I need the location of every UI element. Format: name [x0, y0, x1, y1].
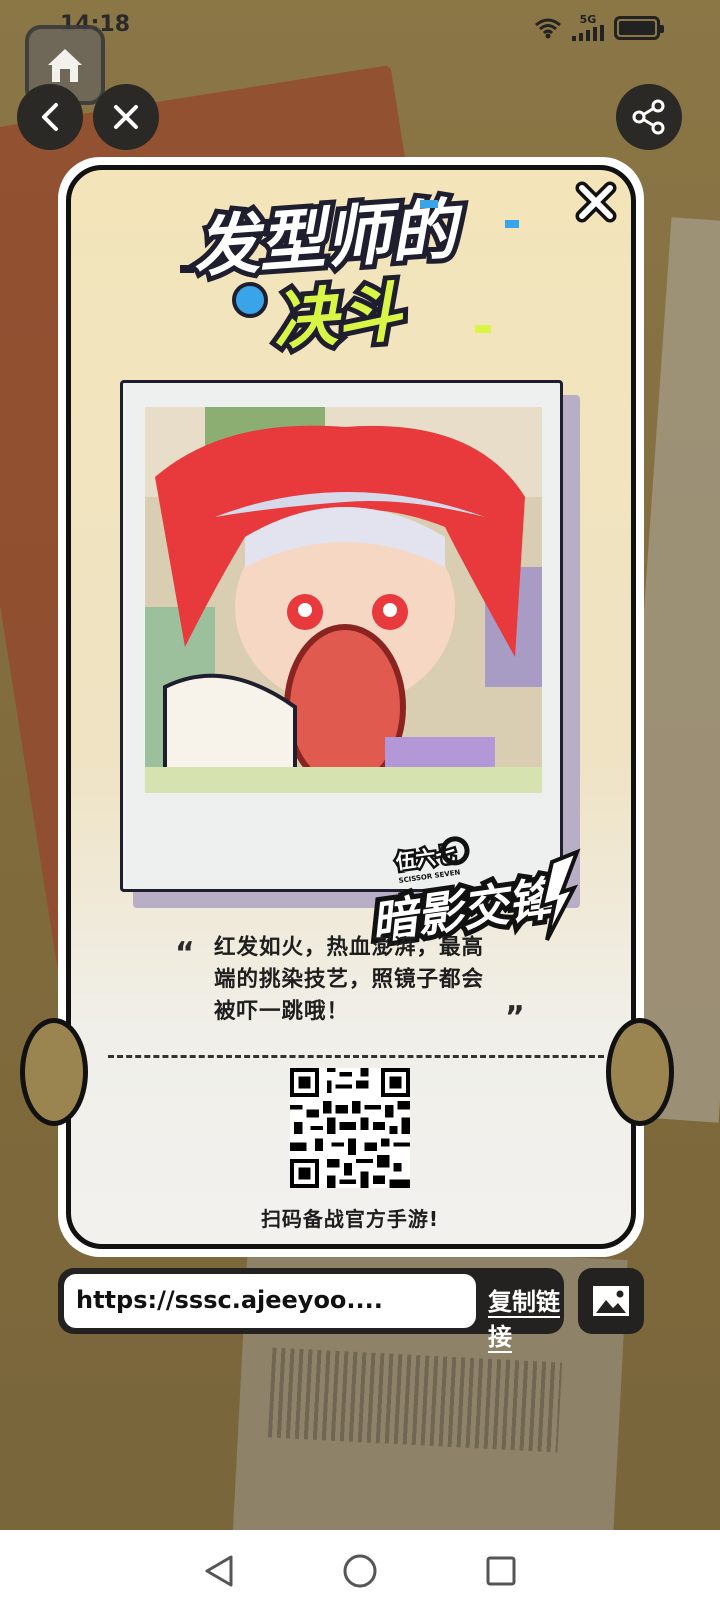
quote-open-mark: “ [175, 936, 195, 971]
back-arrow-icon [42, 103, 58, 131]
status-icons: 5G [534, 13, 664, 41]
save-image-button[interactable] [578, 1268, 644, 1334]
character-art-icon [145, 407, 542, 793]
link-bar: https://sssc.ajeeyoo.... 复制链接 [58, 1268, 564, 1351]
share-url-field[interactable]: https://sssc.ajeeyoo.... [64, 1274, 476, 1328]
close-icon [114, 105, 138, 129]
coin-icon [232, 282, 268, 318]
card-close-icon[interactable] [574, 180, 618, 224]
character-quote: 红发如火，热血澎湃，最高端的挑染技艺，照镜子都会被吓一跳哦！ [214, 935, 485, 1024]
copy-link-button[interactable]: 复制链接 [488, 1282, 564, 1352]
home-circle-icon[interactable] [342, 1553, 378, 1589]
ticket-notch-left [20, 1018, 88, 1126]
home-icon [48, 49, 82, 82]
network-type: 5G [579, 13, 597, 26]
brand-badge: 伍六七 SCISSOR SEVEN 暗影交锋 [363, 836, 581, 948]
back-triangle-icon[interactable] [203, 1554, 235, 1588]
share-button[interactable] [616, 84, 682, 150]
character-portrait [145, 407, 542, 793]
game-logo: 发型师的 决斗 [180, 190, 519, 360]
image-icon [593, 1286, 629, 1316]
battery-icon [614, 15, 664, 40]
system-nav-bar [0, 1530, 720, 1612]
qr-code[interactable] [290, 1068, 410, 1188]
logo-line2: 决斗 [271, 276, 406, 359]
ticket-notch-right [606, 1018, 674, 1126]
share-icon [632, 99, 665, 135]
ticket-divider [108, 1055, 604, 1058]
status-bar: 14:18 5G [0, 0, 720, 52]
photo-frame [120, 380, 563, 892]
recents-square-icon[interactable] [485, 1555, 517, 1587]
wifi-icon [535, 18, 561, 38]
close-button[interactable] [93, 84, 159, 150]
back-button[interactable] [17, 84, 83, 150]
signal-icon [572, 25, 604, 41]
scan-prompt: 扫码备战官方手游! [260, 1207, 440, 1231]
quote-close-mark: ” [505, 1000, 525, 1035]
